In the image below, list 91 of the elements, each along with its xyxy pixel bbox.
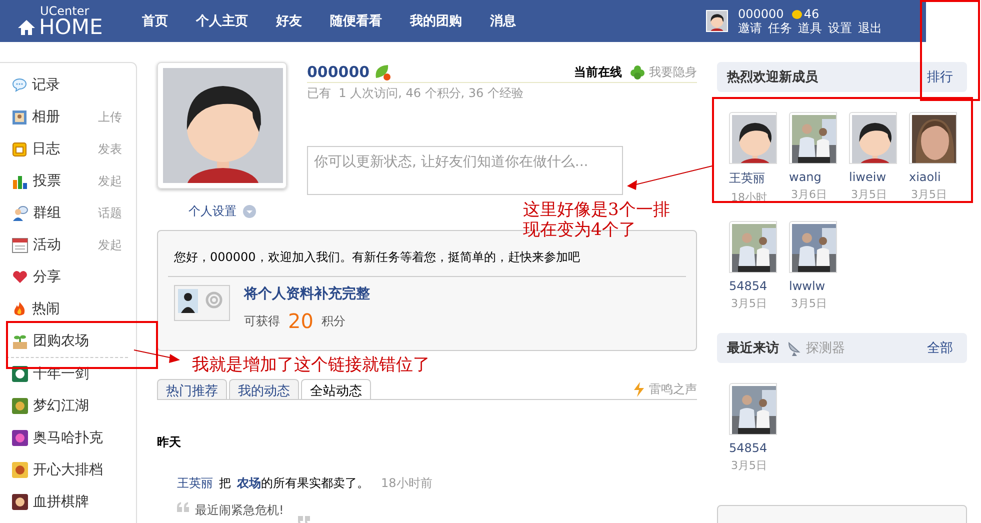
nav-link[interactable]: 我的团购 [410,12,462,30]
notebook-icon [12,141,27,157]
sprout-icon [12,334,28,348]
task-title[interactable]: 将个人资料补充完整 [244,285,370,303]
nav-link[interactable]: 个人主页 [196,12,248,30]
app-icon [12,430,28,446]
status-quote: 最近闹紧急危机! [195,502,284,519]
sidebar-link[interactable]: 投票 [33,172,61,190]
reward-label: 可获得 [244,312,280,330]
member-name[interactable]: xiaoli [909,170,941,184]
join-date: 3月5日 [850,187,887,202]
join-date: 3月5日 [790,296,827,311]
all-link[interactable]: 全部 [927,339,953,357]
user-menu-link[interactable]: 道具 [798,21,822,35]
panel-title: 热烈欢迎新成员 [727,68,818,86]
profile-name[interactable]: 000000 [307,63,370,81]
app-link[interactable]: 梦幻江湖 [33,397,89,415]
reward-unit: 积分 [321,312,346,330]
feed-time: 18小时前 [381,475,432,492]
feed-tab[interactable]: 全站动态 [301,379,371,399]
welcome-message: 您好，000000，欢迎加入我们。有新任务等着您，挺简单的，赶快来参加吧 [174,250,580,264]
coin-icon [792,10,802,18]
sidebar-link[interactable]: 团购农场 [33,332,89,350]
member-name[interactable]: lwwlw [789,279,826,293]
app-link[interactable]: 奥马哈扑克 [33,429,103,447]
sidebar-link[interactable]: 日志 [32,140,60,158]
member-name[interactable]: 54854 [729,441,768,455]
user-name[interactable]: 000000 [738,7,784,21]
member-name[interactable]: 王英丽 [729,170,765,187]
feed-verb: 把 [219,475,231,492]
user-menu-link[interactable]: 退出 [858,21,882,35]
app-link[interactable]: 血拼棋牌 [33,493,89,511]
feed-tab[interactable]: 我的动态 [229,379,299,399]
user-menu-link[interactable]: 邀请 [738,21,762,35]
app-link[interactable]: 开心大排档 [33,461,103,479]
sidebar-link[interactable]: 热闹 [32,300,60,318]
panel-title: 最近来访 [727,340,779,357]
member-name[interactable]: wang [789,170,822,184]
app-icon [12,398,28,414]
group-icon [12,205,28,221]
member-name[interactable]: liweiw [849,170,886,184]
lightning-icon [633,382,645,396]
app-icon [12,462,28,478]
online-status: 当前在线 [574,64,622,80]
profile-card-icon [174,285,230,321]
dropdown-icon [242,205,256,218]
coin-count: 46 [804,7,820,21]
sidebar-link[interactable]: 群组 [33,204,61,222]
join-date: 3月5日 [730,296,767,311]
nav-link[interactable]: 好友 [276,12,302,30]
app-icon [12,494,28,510]
quote-icon [298,516,310,523]
leaf-icon [374,64,391,80]
settings-link[interactable]: 个人设置 [188,203,256,220]
chat-icon [12,78,27,92]
profile-stats: 已有 1 人次访问, 46 个积分, 36 个经验 [307,85,525,102]
calendar-icon [12,238,28,252]
user-menu-link[interactable]: 任务 [768,21,792,35]
sidebar-link[interactable]: 相册 [32,108,60,126]
annotation-arrow [134,350,180,363]
join-date: 3月5日 [910,187,947,202]
quote-icon [177,502,189,512]
feed-tab[interactable]: 热门推荐 [157,379,227,399]
join-date: 3月6日 [790,187,827,202]
site-logo[interactable]: UCenter HOME [0,4,142,38]
satellite-dish-icon [787,340,802,356]
user-menu-link[interactable]: 设置 [828,21,852,35]
feed-text: 的所有果实都卖了。 [261,475,369,492]
flame-icon [12,301,27,317]
user-link[interactable]: 王英丽 [177,475,213,492]
annotation-note: 我就是增加了这个链接就错位了 [192,355,430,375]
annotation-note: 现在变为4个了 [523,220,637,240]
day-heading: 昨天 [157,434,182,451]
sidebar-link[interactable]: 分享 [33,268,61,286]
nav-link[interactable]: 随便看看 [330,12,382,30]
nav-link[interactable]: 首页 [142,12,168,30]
ranking-link[interactable]: 排行 [927,68,953,86]
nav-link[interactable]: 消息 [490,12,516,30]
sidebar-link[interactable]: 记录 [32,76,60,94]
join-date: 3月5日 [730,458,767,473]
annotation-note: 这里好像是3个一排 [523,200,670,220]
user-avatar[interactable] [706,10,728,32]
status-field[interactable]: 你可以更新状态, 让好友们知道你在做什么... [307,146,623,195]
app-link[interactable]: 农场 [237,475,261,492]
member-name[interactable]: 54854 [729,279,768,293]
bar-chart-icon [12,174,28,188]
heart-icon [12,270,28,284]
sidebar-link[interactable]: 活动 [33,236,61,254]
photo-icon [12,110,27,124]
clover-icon [630,64,645,80]
reward-points: 20 [288,309,314,333]
